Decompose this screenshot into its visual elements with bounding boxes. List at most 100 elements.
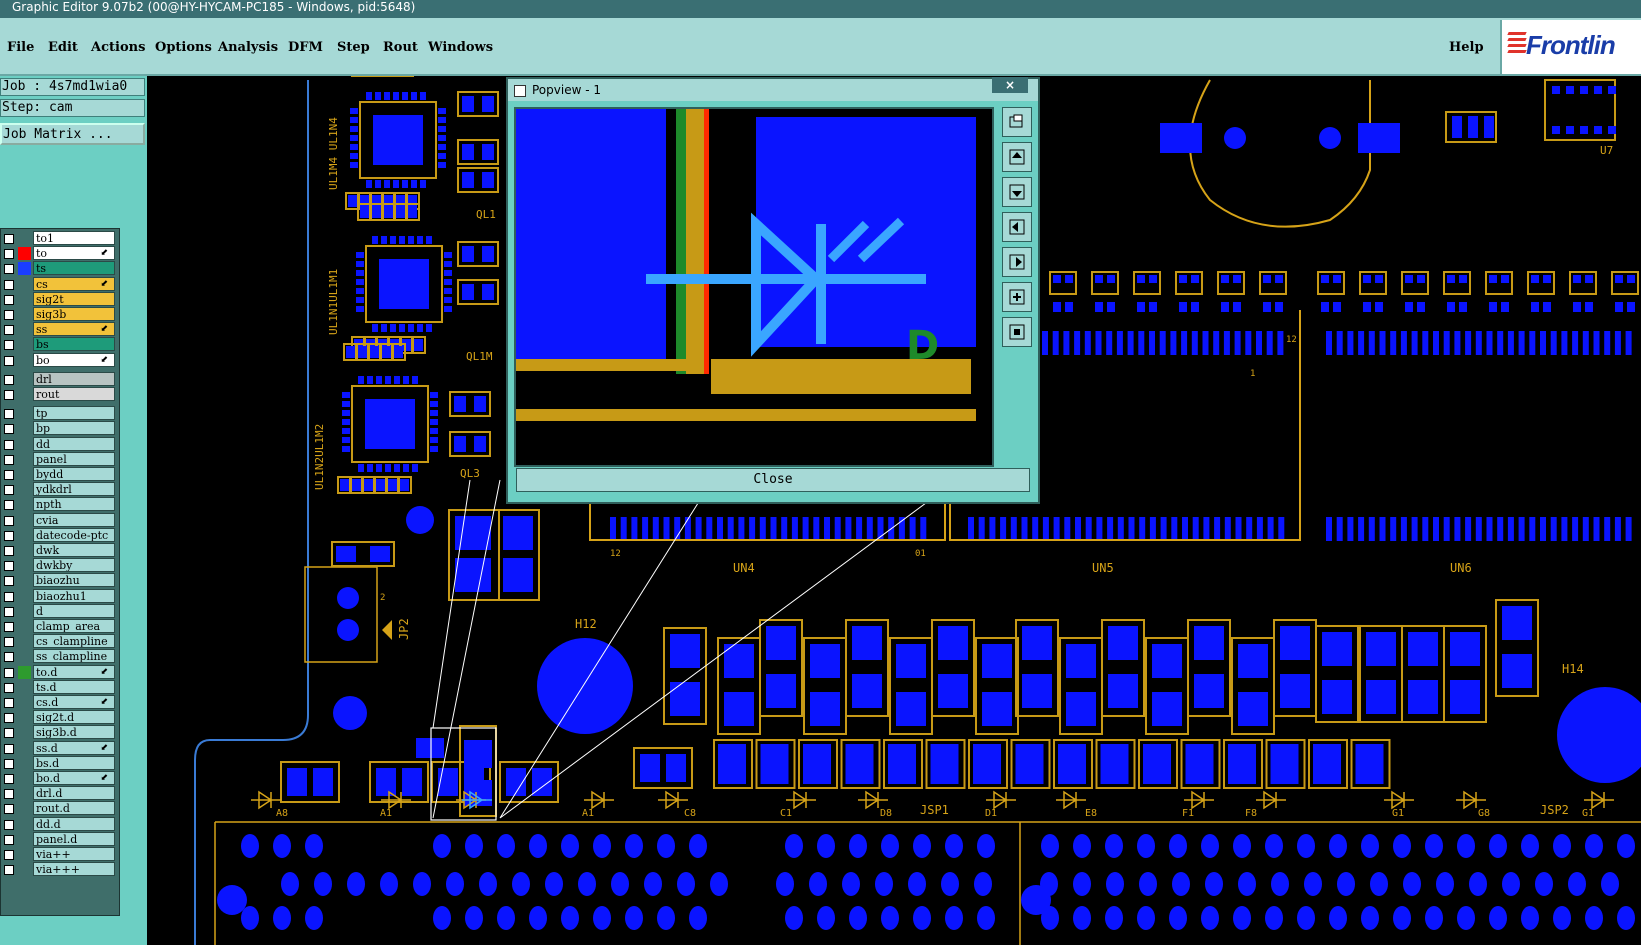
menu-options[interactable]: Options <box>155 40 212 55</box>
layer-checkbox[interactable] <box>4 294 14 305</box>
layer-name[interactable]: ts <box>33 261 115 276</box>
menu-analysis[interactable]: Analysis <box>218 40 278 55</box>
layer-name[interactable]: biaozhu <box>33 573 115 588</box>
layer-row-d[interactable]: d <box>1 603 119 619</box>
layer-checkbox[interactable] <box>4 340 14 351</box>
menu-actions[interactable]: Actions <box>91 40 145 55</box>
layer-checkbox[interactable] <box>4 409 14 420</box>
zoom-in-icon[interactable] <box>1002 317 1032 347</box>
layer-name[interactable]: tp <box>33 406 115 421</box>
layer-checkbox[interactable] <box>4 652 14 663</box>
layer-row-drl-d[interactable]: drl.d <box>1 786 119 801</box>
layer-name[interactable]: rout.d <box>33 801 115 816</box>
menu-rout[interactable]: Rout <box>383 40 418 55</box>
layer-row-sig2t[interactable]: sig2t <box>1 291 119 307</box>
layer-name[interactable]: drl.d <box>33 786 115 801</box>
layer-row-tp[interactable]: tp <box>1 406 119 421</box>
layer-checkbox[interactable] <box>4 743 14 754</box>
layer-name[interactable]: ss_clampline <box>33 649 115 664</box>
layer-checkbox[interactable] <box>4 682 14 693</box>
layer-row-ts-d[interactable]: ts.d <box>1 679 119 695</box>
layer-name[interactable]: to ⬋ <box>33 246 115 261</box>
layer-checkbox[interactable] <box>4 758 14 769</box>
layer-checkbox[interactable] <box>4 325 14 336</box>
menu-dfm[interactable]: DFM <box>288 40 323 55</box>
layer-name[interactable]: cs.d ⬋ <box>33 695 115 709</box>
layer-name[interactable]: cs_clampline <box>33 634 115 649</box>
layer-checkbox[interactable] <box>4 530 14 541</box>
layer-checkbox[interactable] <box>4 667 14 678</box>
layer-checkbox[interactable] <box>4 264 14 275</box>
layer-row-clamp-area[interactable]: clamp_area <box>1 619 119 634</box>
layer-checkbox[interactable] <box>4 789 14 800</box>
layer-row-ts[interactable]: ts <box>1 261 119 276</box>
popview-close-button[interactable]: Close <box>516 468 1030 492</box>
layer-row-cvia[interactable]: cvia <box>1 512 119 528</box>
layer-checkbox[interactable] <box>4 485 14 496</box>
layer-name[interactable]: panel.d <box>33 831 115 846</box>
layer-checkbox[interactable] <box>4 850 14 860</box>
zoom-out-icon[interactable] <box>1002 282 1032 312</box>
layer-row-drl[interactable]: drl <box>1 371 119 387</box>
layer-name[interactable]: ydkdrl <box>33 482 115 497</box>
layer-name[interactable]: bydd <box>33 467 115 481</box>
layer-row-panel[interactable]: panel <box>1 451 119 467</box>
layer-checkbox[interactable] <box>4 390 14 400</box>
layer-name[interactable]: d <box>33 603 115 618</box>
layer-name[interactable]: bo ⬋ <box>33 352 115 367</box>
layer-name[interactable]: cs ⬋ <box>33 276 115 291</box>
layer-checkbox[interactable] <box>4 234 14 244</box>
layer-checkbox[interactable] <box>4 865 14 876</box>
layer-row-bs-d[interactable]: bs.d <box>1 755 119 771</box>
layer-name[interactable]: ts.d <box>33 679 115 694</box>
pan-down-icon[interactable] <box>1002 177 1032 207</box>
layer-row-bo[interactable]: bo ⬋ <box>1 352 119 368</box>
layer-row-biaozhu1[interactable]: biaozhu1 <box>1 588 119 604</box>
popview-canvas[interactable]: D <box>514 107 994 467</box>
layer-name[interactable]: biaozhu1 <box>33 588 115 603</box>
layer-row-dd[interactable]: dd <box>1 436 119 452</box>
menu-windows[interactable]: Windows <box>428 40 493 55</box>
layer-row-to[interactable]: to ⬋ <box>1 246 119 261</box>
layer-name[interactable]: dwkby <box>33 558 115 573</box>
layer-checkbox[interactable] <box>4 804 14 815</box>
layer-row-bydd[interactable]: bydd <box>1 467 119 482</box>
layer-checkbox[interactable] <box>4 637 14 648</box>
zoom-fit-icon[interactable] <box>1002 107 1032 137</box>
layer-checkbox[interactable] <box>4 561 14 572</box>
layer-name[interactable]: sig2t.d <box>33 710 115 725</box>
layer-checkbox[interactable] <box>4 439 14 450</box>
layer-name[interactable]: ss ⬋ <box>33 322 115 337</box>
layer-name[interactable]: drl <box>33 371 115 386</box>
layer-name[interactable]: sig3b.d <box>33 725 115 740</box>
layer-row-datecode-ptc[interactable]: datecode-ptc <box>1 527 119 543</box>
layer-name[interactable]: dd <box>33 436 115 451</box>
layer-checkbox[interactable] <box>4 698 14 708</box>
layer-name[interactable]: to1 <box>33 231 115 245</box>
layer-name[interactable]: via++ <box>33 847 115 861</box>
menu-step[interactable]: Step <box>337 40 370 55</box>
layer-row-bp[interactable]: bp <box>1 421 119 436</box>
layer-checkbox[interactable] <box>4 713 14 724</box>
layer-row-bs[interactable]: bs <box>1 337 119 352</box>
layer-name[interactable]: dwk <box>33 543 115 557</box>
layer-checkbox[interactable] <box>4 500 14 511</box>
layer-name[interactable]: to.d ⬋ <box>33 664 115 679</box>
layer-name[interactable]: bp <box>33 421 115 436</box>
layer-row-dwk[interactable]: dwk <box>1 543 119 558</box>
layer-name[interactable]: bo.d ⬋ <box>33 771 115 785</box>
layer-checkbox[interactable] <box>4 728 14 739</box>
layer-name[interactable]: rout <box>33 387 115 401</box>
layer-name[interactable]: bs <box>33 337 115 352</box>
layer-row-ss-clampline[interactable]: ss_clampline <box>1 649 119 664</box>
menu-edit[interactable]: Edit <box>48 40 78 55</box>
layer-checkbox[interactable] <box>4 355 14 366</box>
layer-checkbox[interactable] <box>4 249 14 260</box>
layer-row-ss-d[interactable]: ss.d ⬋ <box>1 740 119 756</box>
layer-name[interactable]: ss.d ⬋ <box>33 740 115 755</box>
layer-name[interactable]: sig2t <box>33 291 115 306</box>
layer-row-to1[interactable]: to1 <box>1 231 119 246</box>
layer-checkbox[interactable] <box>4 279 14 290</box>
layer-name[interactable]: sig3b <box>33 307 115 321</box>
layer-checkbox[interactable] <box>4 454 14 465</box>
